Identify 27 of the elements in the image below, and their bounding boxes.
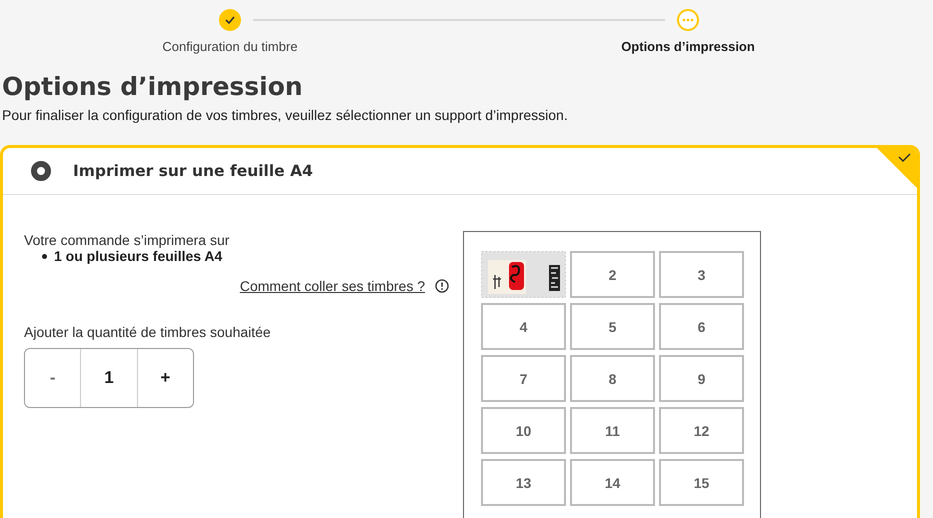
page-title: Options d’impression xyxy=(2,72,303,101)
stamp-slot: 3 xyxy=(659,251,744,298)
step-label: Options d’impression xyxy=(621,39,755,54)
stamp-slot: 6 xyxy=(659,303,744,350)
info-icon[interactable] xyxy=(435,279,449,293)
stamp-slot: 11 xyxy=(570,407,655,454)
stamp-slot: 10 xyxy=(481,407,566,454)
stamp-slot: 4 xyxy=(481,303,566,350)
stamp-slot: 15 xyxy=(659,459,744,506)
stamp-slot: 2 xyxy=(570,251,655,298)
page-subtitle: Pour finaliser la configuration de vos timbres, veuillez sélectionner un support d’impression. xyxy=(2,107,568,123)
stamp-slot: 8 xyxy=(570,355,655,402)
step-label: Configuration du timbre xyxy=(162,39,298,54)
stamp-slot: 7 xyxy=(481,355,566,402)
stamp-slot: 14 xyxy=(570,459,655,506)
stamp-slot: 13 xyxy=(481,459,566,506)
stamp-slot: 5 xyxy=(570,303,655,350)
help-link[interactable]: Comment coller ses timbres ? xyxy=(240,278,425,294)
stamp-slot: 9 xyxy=(659,355,744,402)
stamp-slot: 12 xyxy=(659,407,744,454)
bullet-icon xyxy=(42,254,47,258)
option-label: Imprimer sur une feuille A4 xyxy=(73,162,313,180)
quantity-label: Ajouter la quantité de timbres souhaitée xyxy=(24,324,271,340)
sheet-type-text: 1 ou plusieurs feuilles A4 xyxy=(54,248,222,264)
quantity-field[interactable]: 1 xyxy=(80,349,138,407)
radio-button[interactable] xyxy=(31,161,51,181)
order-info-text: Votre commande s’imprimera sur xyxy=(24,232,230,248)
